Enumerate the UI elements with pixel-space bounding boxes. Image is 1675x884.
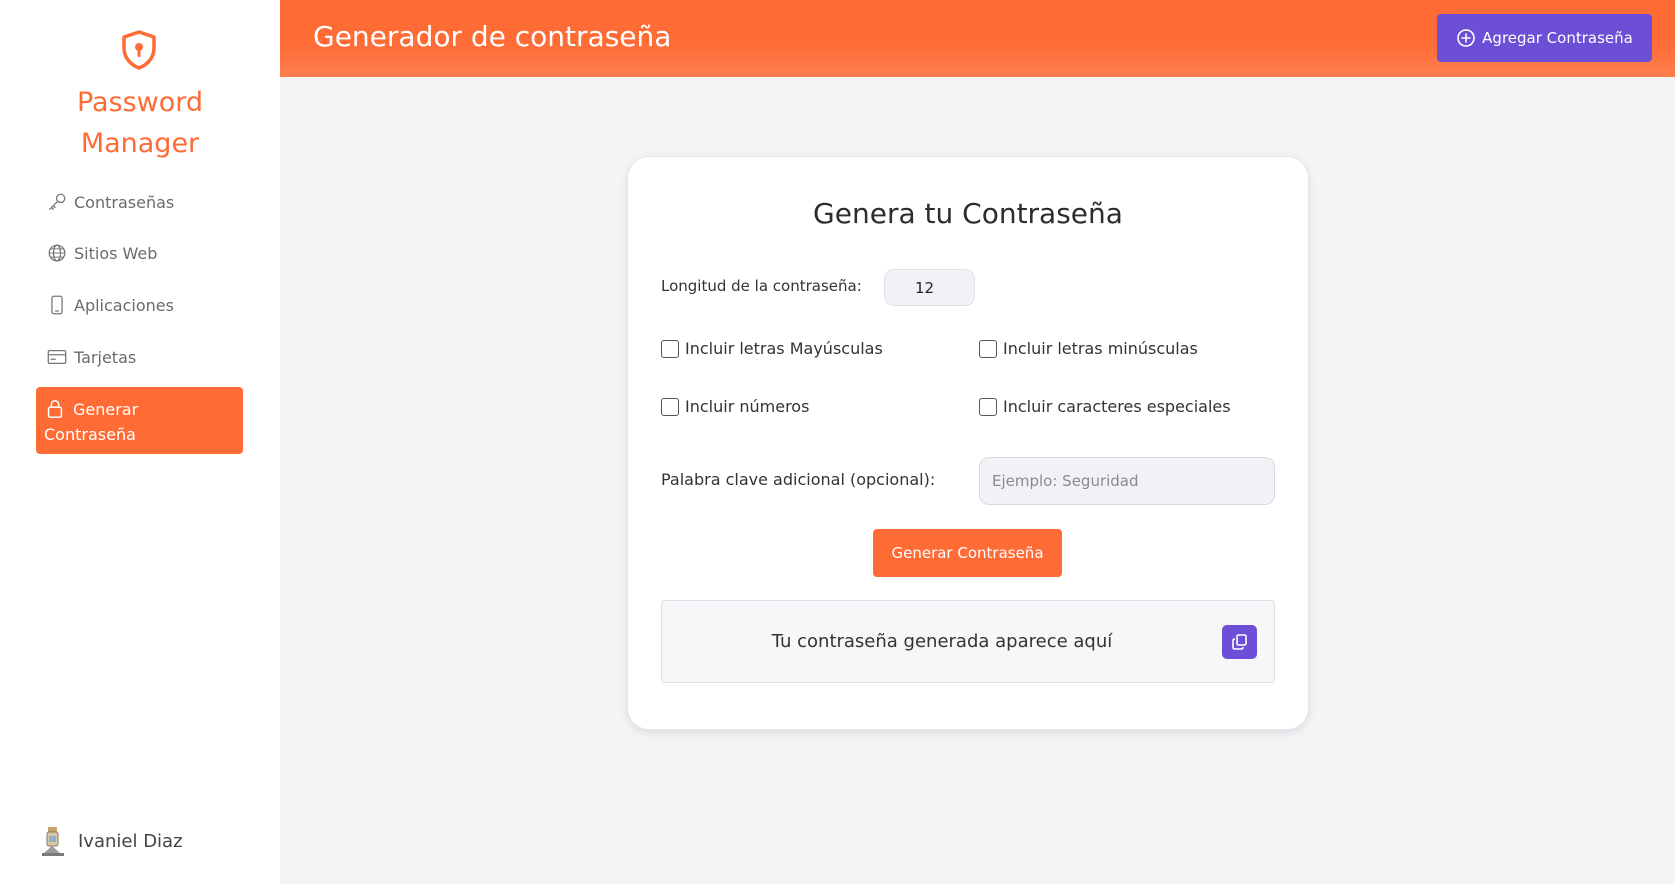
checkbox-uppercase[interactable]: Incluir letras Mayúsculas [661, 339, 883, 358]
sidebar-item-passwords[interactable]: Contraseñas [36, 187, 243, 217]
sidebar: Password Manager Contraseñas Sitios Web … [0, 0, 280, 884]
add-password-button[interactable]: Agregar Contraseña [1437, 14, 1652, 62]
length-label: Longitud de la contraseña: [661, 277, 862, 295]
sidebar-item-label: Contraseñas [74, 192, 175, 212]
sidebar-item-label: Sitios Web [74, 243, 158, 263]
checkbox-label: Incluir letras Mayúsculas [685, 339, 883, 358]
checkbox-numbers[interactable]: Incluir números [661, 397, 809, 416]
checkbox[interactable] [979, 339, 997, 358]
generated-password-box: Tu contraseña generada aparece aquí [661, 600, 1275, 683]
sidebar-item-label: Aplicaciones [74, 295, 174, 315]
sidebar-item-websites[interactable]: Sitios Web [36, 238, 243, 268]
keyword-label: Palabra clave adicional (opcional): [661, 470, 936, 489]
sidebar-item-cards[interactable]: Tarjetas [36, 342, 243, 372]
add-password-label: Agregar Contraseña [1482, 29, 1633, 47]
generate-password-button[interactable]: Generar Contraseña [873, 529, 1062, 577]
checkbox-label: Incluir letras minúsculas [1003, 339, 1198, 358]
avatar [42, 827, 64, 856]
sidebar-item-label: Tarjetas [74, 347, 137, 367]
checkbox-lowercase[interactable]: Incluir letras minúsculas [979, 339, 1198, 358]
checkbox-label: Incluir números [685, 397, 810, 416]
user-name: Ivaniel Diaz [78, 830, 183, 852]
generated-password-text: Tu contraseña generada aparece aquí [771, 631, 1113, 652]
checkbox[interactable] [979, 397, 997, 416]
brand-line-1: Password [76, 87, 204, 118]
shield-logo-icon [122, 30, 156, 70]
checkbox-special[interactable]: Incluir caracteres especiales [979, 397, 1231, 416]
copy-button[interactable] [1222, 625, 1257, 659]
length-input[interactable] [884, 269, 975, 306]
sidebar-item-applications[interactable]: Aplicaciones [36, 290, 243, 320]
phone-icon [51, 295, 63, 315]
user-profile[interactable]: Ivaniel Diaz [38, 823, 183, 859]
card-icon [47, 349, 67, 365]
card-title: Genera tu Contraseña [813, 197, 1123, 230]
brand-line-2: Manager [80, 128, 200, 159]
key-icon [49, 193, 66, 210]
page-title: Generador de contraseña [313, 20, 672, 53]
copy-icon [1231, 634, 1247, 650]
checkbox[interactable] [661, 339, 679, 358]
plus-circle-icon [1457, 29, 1475, 47]
sidebar-item-generate-password[interactable]: Generar Contraseña [36, 387, 243, 454]
brand-name: Password Manager [0, 82, 280, 164]
top-header: Generador de contraseña Agregar Contrase… [280, 0, 1675, 77]
checkbox-label: Incluir caracteres especiales [1003, 397, 1231, 416]
sidebar-item-label: Generar Contraseña [44, 400, 139, 444]
lock-icon [47, 400, 63, 418]
globe-icon [48, 244, 66, 262]
keyword-input[interactable] [979, 457, 1275, 505]
checkbox[interactable] [661, 397, 679, 416]
password-generator-card: Genera tu Contraseña Longitud de la cont… [627, 156, 1309, 730]
